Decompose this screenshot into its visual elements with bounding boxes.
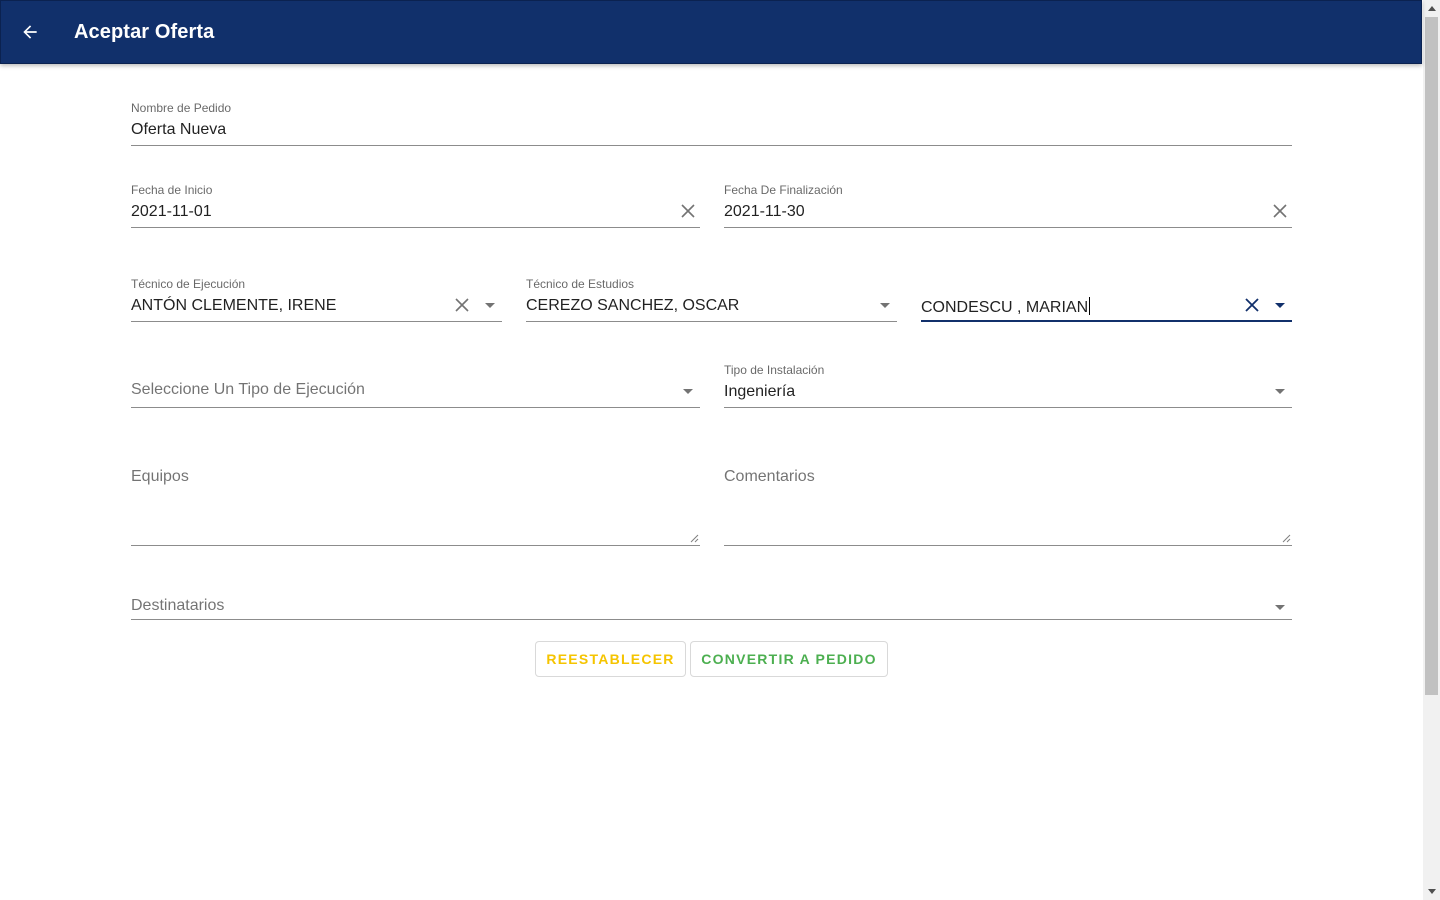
tecnico-tercero-select[interactable]: CONDESCU , MARIAN xyxy=(921,277,1292,322)
tecnico-tercero-dropdown-button[interactable] xyxy=(1272,295,1288,315)
chevron-down-icon xyxy=(485,302,495,308)
tipo-instalacion-select[interactable]: Tipo de Instalación Ingeniería xyxy=(724,363,1292,408)
equipos-underline xyxy=(131,545,700,546)
tecnico-estudios-label: Técnico de Estudios xyxy=(526,277,635,291)
equipos-placeholder: Equipos xyxy=(131,468,189,485)
tipo-instalacion-underline xyxy=(724,407,1292,408)
comentarios-placeholder: Comentarios xyxy=(724,468,815,485)
nombre-pedido-value: Oferta Nueva xyxy=(131,121,227,138)
reset-button-label: REESTABLECER xyxy=(546,651,675,667)
scrollbar-thumb[interactable] xyxy=(1425,17,1438,695)
destinatarios-placeholder: Destinatarios xyxy=(131,597,225,614)
tipo-ejecucion-placeholder: Seleccione Un Tipo de Ejecución xyxy=(131,381,365,398)
destinatarios-select[interactable]: Destinatarios xyxy=(131,593,1292,620)
close-icon xyxy=(1273,204,1287,218)
tipo-instalacion-label: Tipo de Instalación xyxy=(724,363,825,377)
resize-handle-icon[interactable] xyxy=(1282,534,1291,543)
scroll-up-icon[interactable] xyxy=(1423,0,1440,17)
clear-fecha-finalizacion-button[interactable] xyxy=(1270,201,1290,221)
chevron-down-icon xyxy=(880,302,890,308)
destinatarios-underline xyxy=(131,619,1292,620)
fecha-inicio-value: 2021-11-01 xyxy=(131,203,212,220)
tipo-instalacion-dropdown-button[interactable] xyxy=(1272,381,1288,401)
chevron-down-icon xyxy=(683,388,693,394)
fecha-inicio-underline xyxy=(131,227,700,228)
clear-tecnico-ejecucion-button[interactable] xyxy=(452,295,472,315)
fecha-inicio-label: Fecha de Inicio xyxy=(131,183,213,197)
tecnico-estudios-select[interactable]: Técnico de Estudios CEREZO SANCHEZ, OSCA… xyxy=(526,277,897,322)
fecha-finalizacion-underline xyxy=(724,227,1292,228)
tecnico-estudios-underline xyxy=(526,321,897,322)
close-icon xyxy=(1245,298,1259,312)
close-icon xyxy=(681,204,695,218)
arrow-back-icon xyxy=(23,25,37,39)
vertical-scrollbar[interactable] xyxy=(1423,0,1440,900)
chevron-down-icon xyxy=(1275,302,1285,308)
fecha-finalizacion-label: Fecha De Finalización xyxy=(724,183,843,197)
tecnico-tercero-underline xyxy=(921,320,1292,322)
close-icon xyxy=(455,298,469,312)
tecnico-tercero-value: CONDESCU , MARIAN xyxy=(921,297,1091,316)
clear-tecnico-tercero-button[interactable] xyxy=(1242,295,1262,315)
comentarios-textarea[interactable]: Comentarios xyxy=(724,463,1292,546)
reset-button[interactable]: REESTABLECER xyxy=(535,641,686,677)
fecha-finalizacion-value: 2021-11-30 xyxy=(724,203,805,220)
tecnico-ejecucion-dropdown-button[interactable] xyxy=(482,295,498,315)
chevron-down-icon xyxy=(1275,604,1285,610)
tecnico-estudios-dropdown-button[interactable] xyxy=(877,295,893,315)
nombre-pedido-label: Nombre de Pedido xyxy=(131,101,232,115)
scroll-down-icon[interactable] xyxy=(1423,883,1440,900)
convert-to-order-button[interactable]: CONVERTIR A PEDIDO xyxy=(690,641,888,677)
tecnico-ejecucion-value: ANTÓN CLEMENTE, IRENE xyxy=(131,297,337,314)
page-title: Aceptar Oferta xyxy=(74,20,215,43)
clear-fecha-inicio-button[interactable] xyxy=(678,201,698,221)
resize-handle-icon[interactable] xyxy=(690,534,699,543)
chevron-down-icon xyxy=(1275,388,1285,394)
tecnico-estudios-value: CEREZO SANCHEZ, OSCAR xyxy=(526,297,740,314)
equipos-textarea[interactable]: Equipos xyxy=(131,463,700,546)
tipo-ejecucion-dropdown-button[interactable] xyxy=(680,381,696,401)
tipo-instalacion-value: Ingeniería xyxy=(724,383,796,400)
fecha-inicio-field[interactable]: Fecha de Inicio 2021-11-01 xyxy=(131,183,700,228)
tecnico-ejecucion-underline xyxy=(131,321,502,322)
tipo-ejecucion-select[interactable]: Seleccione Un Tipo de Ejecución xyxy=(131,363,700,408)
nombre-pedido-field[interactable]: Nombre de Pedido Oferta Nueva xyxy=(131,101,1292,146)
destinatarios-dropdown-button[interactable] xyxy=(1272,597,1288,617)
back-button[interactable] xyxy=(10,12,50,52)
text-cursor xyxy=(1089,297,1091,315)
tipo-ejecucion-underline xyxy=(131,407,700,408)
comentarios-underline xyxy=(724,545,1292,546)
app-bar: Aceptar Oferta xyxy=(0,0,1422,64)
fecha-finalizacion-field[interactable]: Fecha De Finalización 2021-11-30 xyxy=(724,183,1292,228)
tecnico-ejecucion-select[interactable]: Técnico de Ejecución ANTÓN CLEMENTE, IRE… xyxy=(131,277,502,322)
convert-button-label: CONVERTIR A PEDIDO xyxy=(701,651,877,667)
nombre-pedido-underline xyxy=(131,145,1292,146)
tecnico-ejecucion-label: Técnico de Ejecución xyxy=(131,277,246,291)
